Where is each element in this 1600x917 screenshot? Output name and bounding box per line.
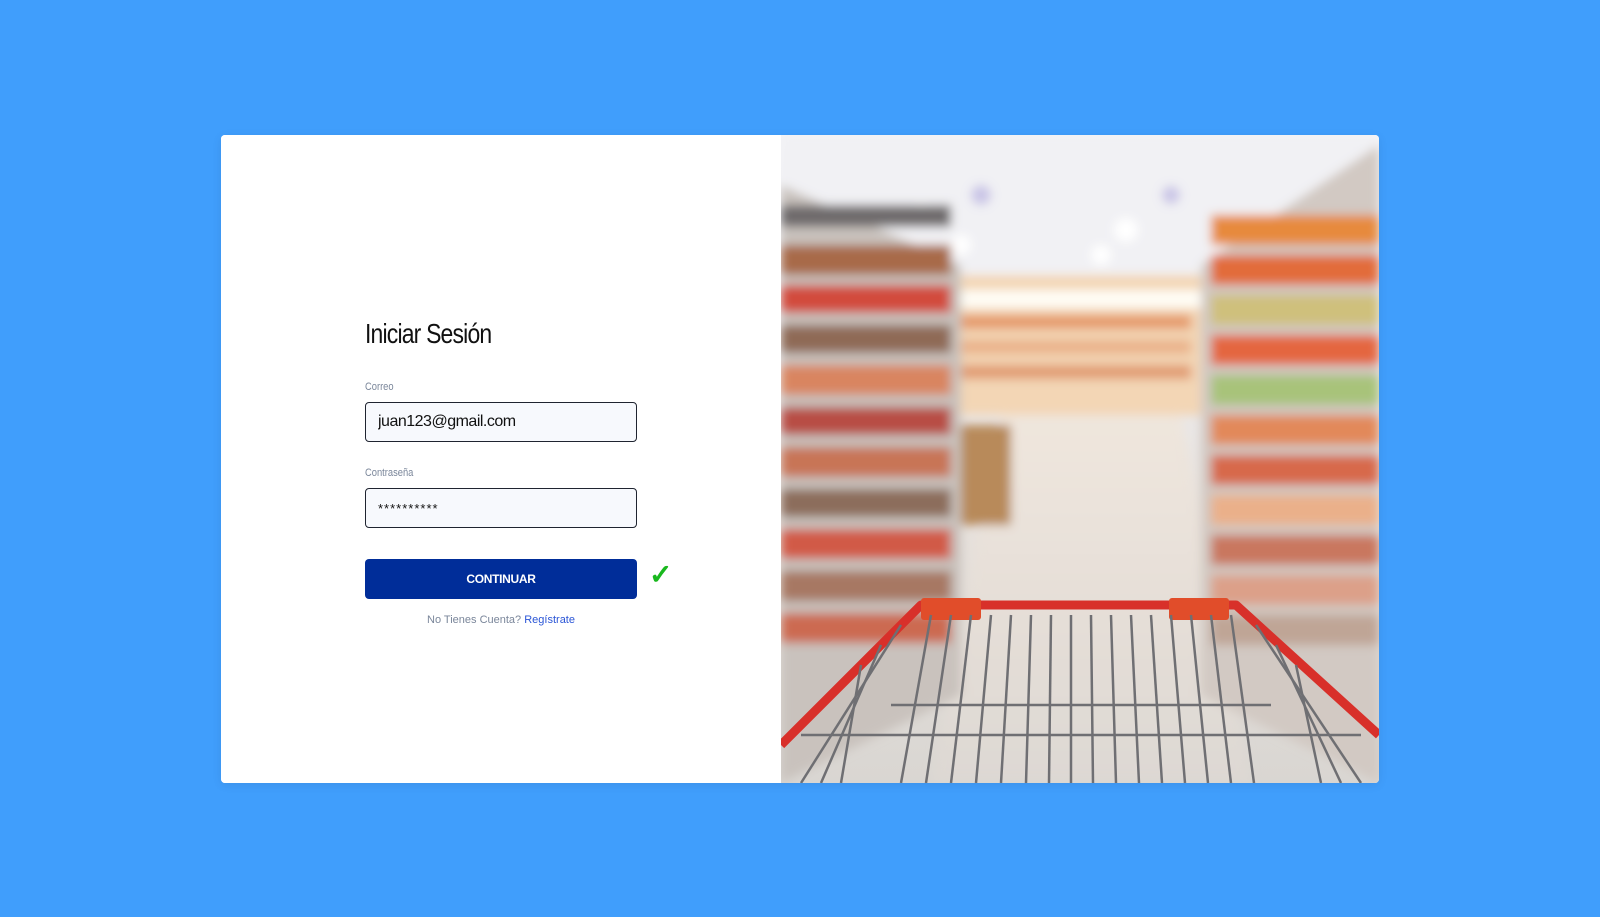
login-card: Iniciar Sesión Correo Contraseña CONTINU… bbox=[221, 135, 1379, 783]
supermarket-cart-illustration bbox=[781, 135, 1379, 783]
page-title: Iniciar Sesión bbox=[365, 318, 492, 349]
signup-prompt-text: No Tienes Cuenta? bbox=[427, 614, 522, 626]
checkmark-icon: ✓ bbox=[649, 559, 673, 590]
supermarket-cart-image bbox=[781, 135, 1379, 783]
password-label: Contraseña bbox=[365, 467, 414, 479]
email-field[interactable] bbox=[365, 402, 637, 442]
email-label: Correo bbox=[365, 381, 394, 393]
login-form-panel: Iniciar Sesión Correo Contraseña CONTINU… bbox=[221, 135, 781, 783]
signup-link[interactable]: Regístrate bbox=[524, 614, 575, 626]
password-field[interactable] bbox=[365, 488, 637, 528]
continue-button[interactable]: CONTINUAR bbox=[365, 559, 637, 599]
signup-prompt: No Tienes Cuenta? Regístrate bbox=[365, 614, 637, 626]
